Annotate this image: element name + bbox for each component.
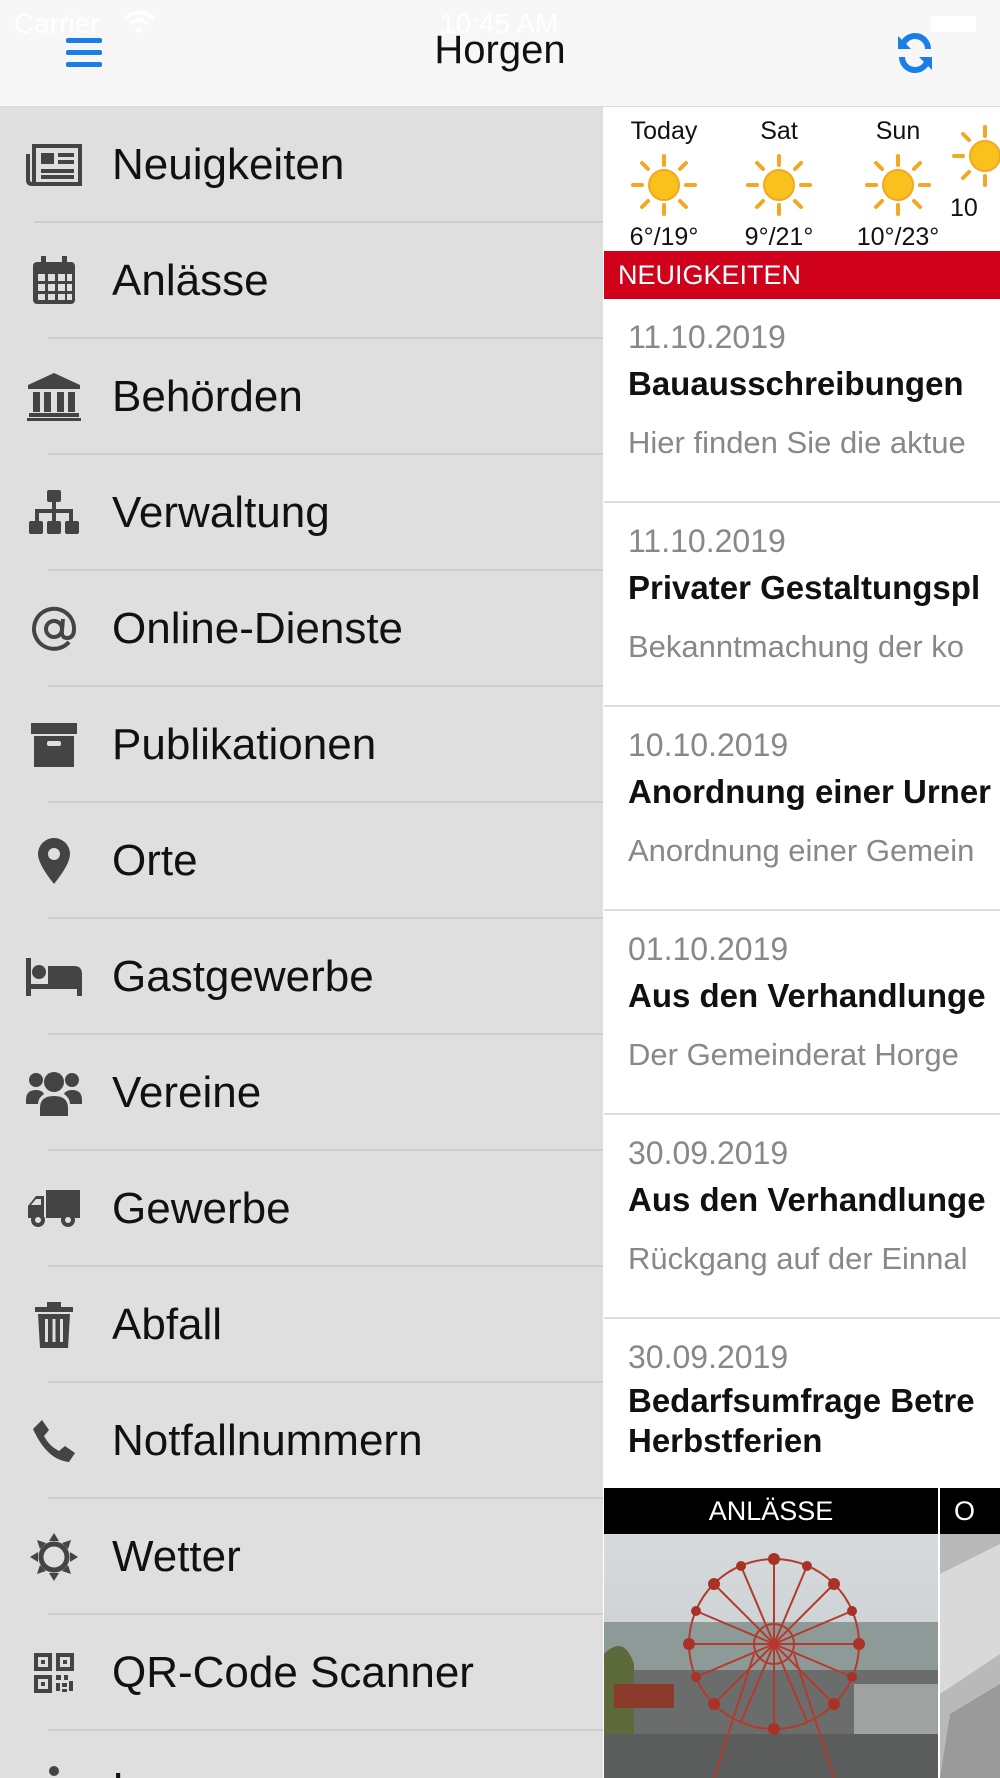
forecast-temperature: 10°/23°: [856, 223, 940, 251]
news-item[interactable]: 30.09.2019 Bedarfsumfrage Betre Herbstfe…: [604, 1319, 1000, 1491]
sidebar-item-label: QR-Code Scanner: [112, 1648, 474, 1697]
news-date: 30.09.2019: [628, 1135, 789, 1171]
sidebar-item-label: Online-Dienste: [112, 604, 404, 653]
card-title[interactable]: O: [940, 1488, 1000, 1534]
news-title: Bauausschreibungen: [628, 365, 964, 402]
info-icon: [26, 1763, 82, 1778]
event-photo[interactable]: [604, 1534, 938, 1778]
news-item[interactable]: 01.10.2019 Aus den Verhandlunge Der Geme…: [604, 911, 1000, 1115]
news-snippet: Bekanntmachung der ko: [628, 629, 965, 664]
forecast-day: Sat 9°/21°: [719, 117, 839, 252]
news-item[interactable]: 11.10.2019 Privater Gestaltungspl Bekann…: [604, 503, 1000, 707]
section-title: NEUIGKEITEN: [618, 260, 802, 290]
sidebar-item-vereine[interactable]: Vereine: [0, 1035, 603, 1151]
truck-icon: [26, 1183, 82, 1235]
sidebar-item-online-dienste[interactable]: Online-Dienste: [0, 571, 603, 687]
bed-icon: [26, 951, 82, 1003]
forecast-day-name: Sat: [760, 117, 798, 145]
users-icon: [26, 1067, 82, 1119]
sun-icon: [631, 154, 697, 216]
news-snippet: Anordnung einer Gemein: [628, 833, 975, 868]
news-item[interactable]: 11.10.2019 Bauausschreibungen Hier finde…: [604, 299, 1000, 503]
news-snippet: Hier finden Sie die aktue: [628, 425, 966, 460]
sidebar-item-gewerbe[interactable]: Gewerbe: [0, 1151, 603, 1267]
sun-icon: [952, 125, 1000, 187]
category-cards: ANLÄSSE O: [604, 1488, 1000, 1778]
forecast-day: Sun 10°/23°: [838, 117, 958, 252]
trash-icon: [26, 1299, 82, 1351]
sidebar-item-label: Impressum: [112, 1764, 330, 1778]
sidebar-menu: Neuigkeiten Anlässe Behörden Verwaltung …: [0, 107, 603, 1778]
news-list: 11.10.2019 Bauausschreibungen Hier finde…: [604, 299, 1000, 1491]
sun-icon: [746, 154, 812, 216]
qrcode-icon: [26, 1647, 82, 1699]
sidebar-item-impressum[interactable]: Impressum: [0, 1731, 603, 1778]
sidebar-item-gastgewerbe[interactable]: Gastgewerbe: [0, 919, 603, 1035]
sidebar-item-label: Publikationen: [112, 720, 377, 769]
sidebar-item-label: Gewerbe: [112, 1184, 291, 1233]
news-title: Aus den Verhandlunge: [628, 1181, 986, 1218]
sidebar-item-label: Abfall: [112, 1300, 223, 1349]
news-item[interactable]: 10.10.2019 Anordnung einer Urner Anordnu…: [604, 707, 1000, 911]
refresh-icon[interactable]: [894, 32, 936, 74]
institution-icon: [26, 371, 82, 423]
weather-forecast[interactable]: Today 6°/19° Sat 9°/21° Sun 10°/23° 10: [604, 107, 1000, 251]
navigation-bar: Carrier 10:45 AM Horgen: [0, 0, 1000, 107]
sidebar-item-behoerden[interactable]: Behörden: [0, 339, 603, 455]
sidebar-item-qr-code-scanner[interactable]: QR-Code Scanner: [0, 1615, 603, 1731]
forecast-temperature: 6°/19°: [629, 223, 699, 251]
news-item[interactable]: 30.09.2019 Aus den Verhandlunge Rückgang…: [604, 1115, 1000, 1319]
forecast-temperature: 9°/21°: [744, 223, 814, 251]
news-snippet: Rückgang auf der Einnal: [628, 1241, 968, 1276]
news-date: 10.10.2019: [628, 727, 789, 763]
sidebar-item-verwaltung[interactable]: Verwaltung: [0, 455, 603, 571]
sidebar-item-publikationen[interactable]: Publikationen: [0, 687, 603, 803]
news-title: Anordnung einer Urner: [628, 773, 992, 810]
sidebar-item-label: Verwaltung: [112, 488, 330, 537]
sun-icon: [865, 154, 931, 216]
card-photo[interactable]: [940, 1534, 1000, 1778]
forecast-day-name: Sun: [875, 117, 921, 145]
sidebar-item-label: Vereine: [112, 1068, 262, 1117]
card-title[interactable]: ANLÄSSE: [604, 1488, 938, 1534]
news-title: Privater Gestaltungspl: [628, 569, 981, 606]
news-title: Bedarfsumfrage Betre Herbstferien: [628, 1382, 975, 1459]
news-date: 01.10.2019: [628, 931, 789, 967]
sidebar-item-abfall[interactable]: Abfall: [0, 1267, 603, 1383]
map-marker-icon: [26, 835, 82, 887]
main-content: Today 6°/19° Sat 9°/21° Sun 10°/23° 10 N…: [604, 107, 1000, 1778]
news-date: 11.10.2019: [628, 523, 786, 559]
news-snippet: Der Gemeinderat Horge: [628, 1037, 959, 1072]
forecast-day: 10: [950, 117, 1000, 223]
news-title: Aus den Verhandlunge: [628, 977, 986, 1014]
page-title: Horgen: [434, 28, 566, 72]
at-icon: [26, 603, 82, 655]
sidebar-item-anlaesse[interactable]: Anlässe: [0, 223, 603, 339]
sidebar-item-wetter[interactable]: Wetter: [0, 1499, 603, 1615]
news-section-header: NEUIGKEITEN: [604, 251, 1000, 299]
sidebar-item-neuigkeiten[interactable]: Neuigkeiten: [0, 107, 603, 223]
sidebar-item-notfallnummern[interactable]: Notfallnummern: [0, 1383, 603, 1499]
archive-icon: [26, 719, 82, 771]
sidebar-item-label: Notfallnummern: [112, 1416, 423, 1465]
forecast-temperature: 10: [950, 194, 978, 222]
sidebar-item-label: Anlässe: [112, 256, 269, 305]
sidebar-item-label: Wetter: [112, 1532, 241, 1581]
news-date: 11.10.2019: [628, 319, 786, 355]
forecast-day: Today 6°/19°: [604, 117, 724, 252]
forecast-day-name: Today: [630, 117, 698, 145]
sitemap-icon: [26, 487, 82, 539]
sun-outline-icon: [26, 1531, 82, 1583]
newspaper-icon: [26, 139, 82, 191]
sidebar-item-label: Orte: [112, 836, 198, 885]
sidebar-item-label: Gastgewerbe: [112, 952, 374, 1001]
sidebar-item-orte[interactable]: Orte: [0, 803, 603, 919]
calendar-icon: [26, 255, 82, 307]
sidebar-item-label: Behörden: [112, 372, 303, 421]
phone-icon: [26, 1415, 82, 1467]
news-date: 30.09.2019: [628, 1339, 789, 1375]
sidebar-item-label: Neuigkeiten: [112, 140, 345, 189]
